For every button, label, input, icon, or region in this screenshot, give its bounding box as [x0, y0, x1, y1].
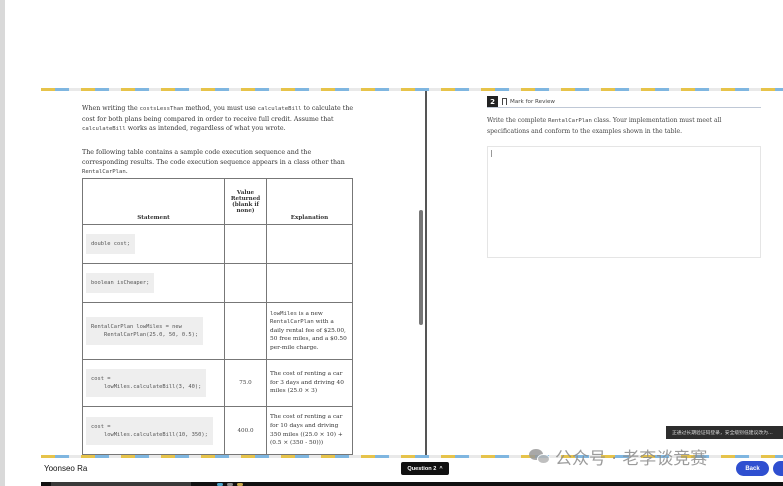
- table-intro-paragraph: The following table contains a sample co…: [82, 149, 345, 175]
- wechat-icon: [529, 447, 551, 465]
- value-cell: [224, 302, 267, 360]
- mark-for-review-button[interactable]: Mark for Review: [502, 96, 555, 107]
- mark-for-review-label: Mark for Review: [510, 98, 555, 105]
- instruction-paragraph: When writing the costsLessThan method, y…: [82, 105, 354, 132]
- question-number-badge: 2: [487, 96, 498, 107]
- value-cell: 75.0: [224, 359, 267, 407]
- table-row: RentalCarPlan lowMiles = new RentalCarPl…: [82, 302, 353, 360]
- pane-divider-handle[interactable]: [425, 91, 427, 455]
- value-cell: [224, 224, 267, 264]
- os-taskbar: [41, 482, 783, 486]
- statement-code: cost = lowMiles.calculateBill(3, 40);: [86, 369, 207, 397]
- window-edge: [0, 0, 5, 486]
- wechat-watermark: 公众号 · 老李谈竞赛: [529, 444, 708, 469]
- explanation-cell: [266, 224, 353, 264]
- login-notification-toast: 正通过长期验证码登录，安全级别低建议改为…: [666, 426, 783, 439]
- table-row: cost = lowMiles.calculateBill(3, 40); 75…: [82, 359, 353, 407]
- passage-pane[interactable]: When writing the costsLessThan method, y…: [41, 91, 422, 455]
- text-cursor: [491, 150, 492, 157]
- table-row: cost = lowMiles.calculateBill(10, 350); …: [82, 406, 353, 455]
- value-cell: 400.0: [224, 406, 267, 455]
- passage-scrollbar[interactable]: [419, 210, 423, 325]
- value-cell: [224, 263, 267, 303]
- statement-code: cost = lowMiles.calculateBill(10, 350);: [86, 416, 213, 445]
- question-nav-button[interactable]: Question 2 ^: [401, 462, 449, 475]
- statement-code: RentalCarPlan lowMiles = new RentalCarPl…: [86, 317, 204, 345]
- student-name: Yoonseo Ra: [44, 464, 88, 473]
- taskbar-search[interactable]: [51, 482, 191, 486]
- table-row: double cost;: [82, 224, 353, 264]
- watermark-text: 公众号 · 老李谈竞赛: [555, 448, 708, 469]
- question-header-rule: [487, 107, 761, 108]
- question-nav-label: Question 2: [407, 465, 437, 472]
- header-explanation: Explanation: [266, 178, 353, 225]
- table-header-row: Statement Value Returned (blank if none)…: [82, 178, 353, 225]
- table-row: boolean isCheaper;: [82, 263, 353, 303]
- header-statement: Statement: [82, 178, 225, 225]
- explanation-cell: [266, 263, 353, 303]
- explanation-cell: The cost of renting a car for 3 days and…: [266, 359, 353, 407]
- statement-code: double cost;: [86, 234, 135, 254]
- exam-screen: When writing the costsLessThan method, y…: [0, 0, 783, 486]
- chevron-up-icon: ^: [439, 465, 443, 472]
- bookmark-icon: [502, 98, 507, 105]
- question-prompt: Write the complete RentalCarPlan class. …: [487, 117, 722, 135]
- answer-textarea[interactable]: [487, 146, 761, 258]
- explanation-cell: lowMiles is a new RentalCarPlan with a d…: [266, 302, 353, 360]
- sample-execution-table: Statement Value Returned (blank if none)…: [82, 178, 353, 455]
- next-button[interactable]: [773, 461, 783, 476]
- explanation-cell: The cost of renting a car for 10 days an…: [266, 406, 353, 455]
- back-button[interactable]: Back: [736, 461, 769, 476]
- header-value-returned: Value Returned (blank if none): [224, 178, 267, 225]
- statement-code: boolean isCheaper;: [86, 273, 155, 293]
